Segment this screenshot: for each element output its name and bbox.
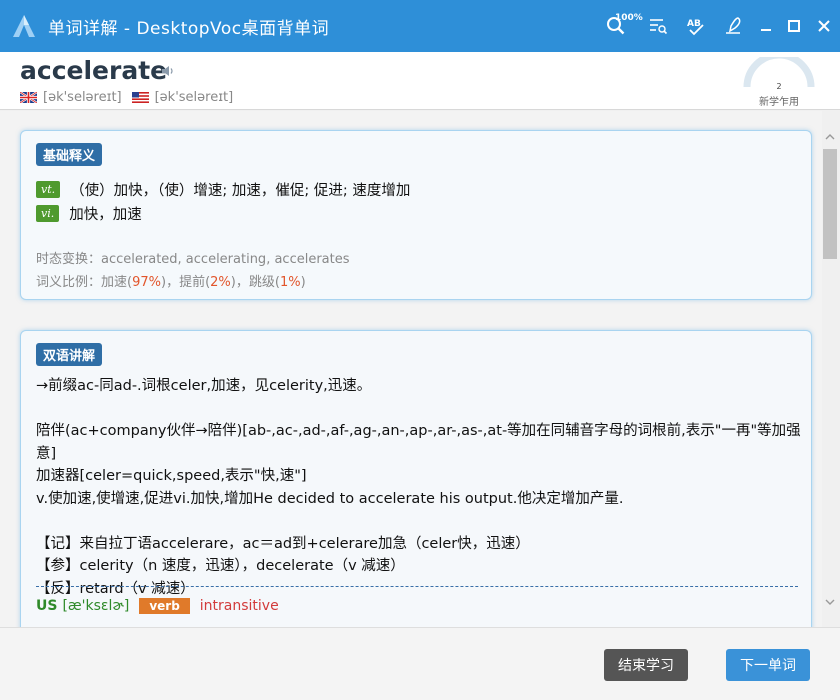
scroll-down-button[interactable] [822,595,838,609]
definition-row: vt. （使）加快，（使）增速; 加速，催促; 促进; 速度增加 [36,179,410,200]
bilingual-tag: 双语讲解 [36,343,103,366]
verb-tag: verb [139,598,190,614]
app-logo-icon [0,0,48,52]
spell-check-icon: AB [687,19,704,36]
ratio-percent: 2% [210,275,231,290]
text-line: 【记】来自拉丁语accelerare，ac＝ad到+celerare加急（cel… [36,535,530,552]
window-title: 单词详解 - DesktopVoc桌面背单词 [48,18,330,39]
basic-definition-tag: 基础释义 [36,143,103,166]
us-phonetic: [æ'ksɛlɚ] [62,598,130,614]
list-button[interactable] [638,0,678,52]
ratio-word: )，提前( [161,275,211,290]
text-line: 陪伴(ac+company伙伴→陪伴)[ab-,ac-,ad-,af-,ag-,… [36,423,801,462]
phonetic-row: [ək'seləreɪt] [ək'seləreɪt] [20,90,233,105]
footer: 结束学习 下一单词 [0,627,840,700]
text-line: 【参】celerity（n 速度，迅速），decelerate（v 减速） [36,558,405,574]
close-icon [818,20,830,32]
us-label: US [36,598,58,614]
text-line: 加速器[celer=quick,speed,表示"快,速"] [36,468,307,484]
ratio-row: 词义比例：加速(97%)，提前(2%)，跳级(1%) [36,271,306,290]
speaker-icon[interactable] [161,63,175,82]
chevron-up-icon [825,134,835,140]
maximize-button[interactable] [780,0,808,52]
ratio-label: 词义比例： [36,275,102,290]
learning-progress: 2 新学乍用 [743,51,815,109]
headword: accelerate [20,56,168,85]
word-header: accelerate [ək'seləreɪt] [ək'seləreɪt] 2… [0,51,840,110]
ratio-word: 加速( [101,275,133,290]
minimize-button[interactable] [752,0,780,52]
ratio-percent: 1% [279,275,301,290]
maximize-icon [788,20,800,32]
pen-button[interactable] [714,0,752,52]
close-button[interactable] [808,0,840,52]
intransitive-label: intransitive [199,598,279,614]
definition-row: vi. 加快，加速 [36,203,142,224]
content-area[interactable]: 基础释义 vt. （使）加快，（使）增速; 加速，催促; 促进; 速度增加 vi… [0,111,822,627]
inflections-label: 时态变换： [36,252,102,267]
bilingual-text: →前缀ac-同ad-.词根celer,加速，见celerity,迅速。 陪伴(a… [36,375,801,600]
ratio-word: ) [300,275,306,290]
phonetic-us: [ək'seləreɪt] [154,90,234,105]
us-flag-icon[interactable] [131,92,149,103]
minimize-icon [761,29,771,31]
scroll-up-button[interactable] [822,130,838,144]
pen-icon [726,17,741,34]
pos-tag: vt. [36,181,61,198]
pos-tag: vi. [36,205,60,222]
divider [36,586,798,587]
next-word-button[interactable]: 下一单词 [726,649,810,681]
inflections-value: accelerated, accelerating, accelerates [101,252,350,267]
text-line: v.使加速,使增速,促进vi.加快,增加He decided to accele… [36,490,624,507]
progress-status: 新学乍用 [759,97,799,108]
basic-definition-card: 基础释义 vt. （使）加快，（使）增速; 加速，催促; 促进; 速度增加 vi… [20,130,812,300]
title-bar: 单词详解 - DesktopVoc桌面背单词 100% AB [0,0,840,52]
list-icon [650,19,668,35]
ratio-word: )，跳级( [230,275,280,290]
text-line: 【反】retard（v 减速） [36,580,195,597]
bilingual-explanation-card: 双语讲解 →前缀ac-同ad-.词根celer,加速，见celerity,迅速。… [20,330,812,627]
scrollbar-thumb[interactable] [823,149,837,259]
ratio-percent: 97% [132,275,161,290]
text-line: →前缀ac-同ad-.词根celer,加速，见celerity,迅速。 [36,378,372,394]
spell-check-button[interactable]: AB [678,0,714,52]
svg-text:AB: AB [687,19,701,29]
end-study-button[interactable]: 结束学习 [604,649,688,681]
progress-count: 2 [776,82,782,91]
uk-flag-icon[interactable] [20,92,37,103]
inflections-row: 时态变换：accelerated, accelerating, accelera… [36,248,350,267]
definition-text: （使）加快，（使）增速; 加速，催促; 促进; 速度增加 [70,183,411,199]
phonetic-uk: [ək'seləreɪt] [43,90,122,105]
definition-text: 加快，加速 [69,207,142,223]
us-entry-row: US [æ'ksɛlɚ] verb intransitive [36,598,279,614]
zoom-button[interactable]: 100% [594,0,643,52]
chevron-down-icon [825,599,835,605]
